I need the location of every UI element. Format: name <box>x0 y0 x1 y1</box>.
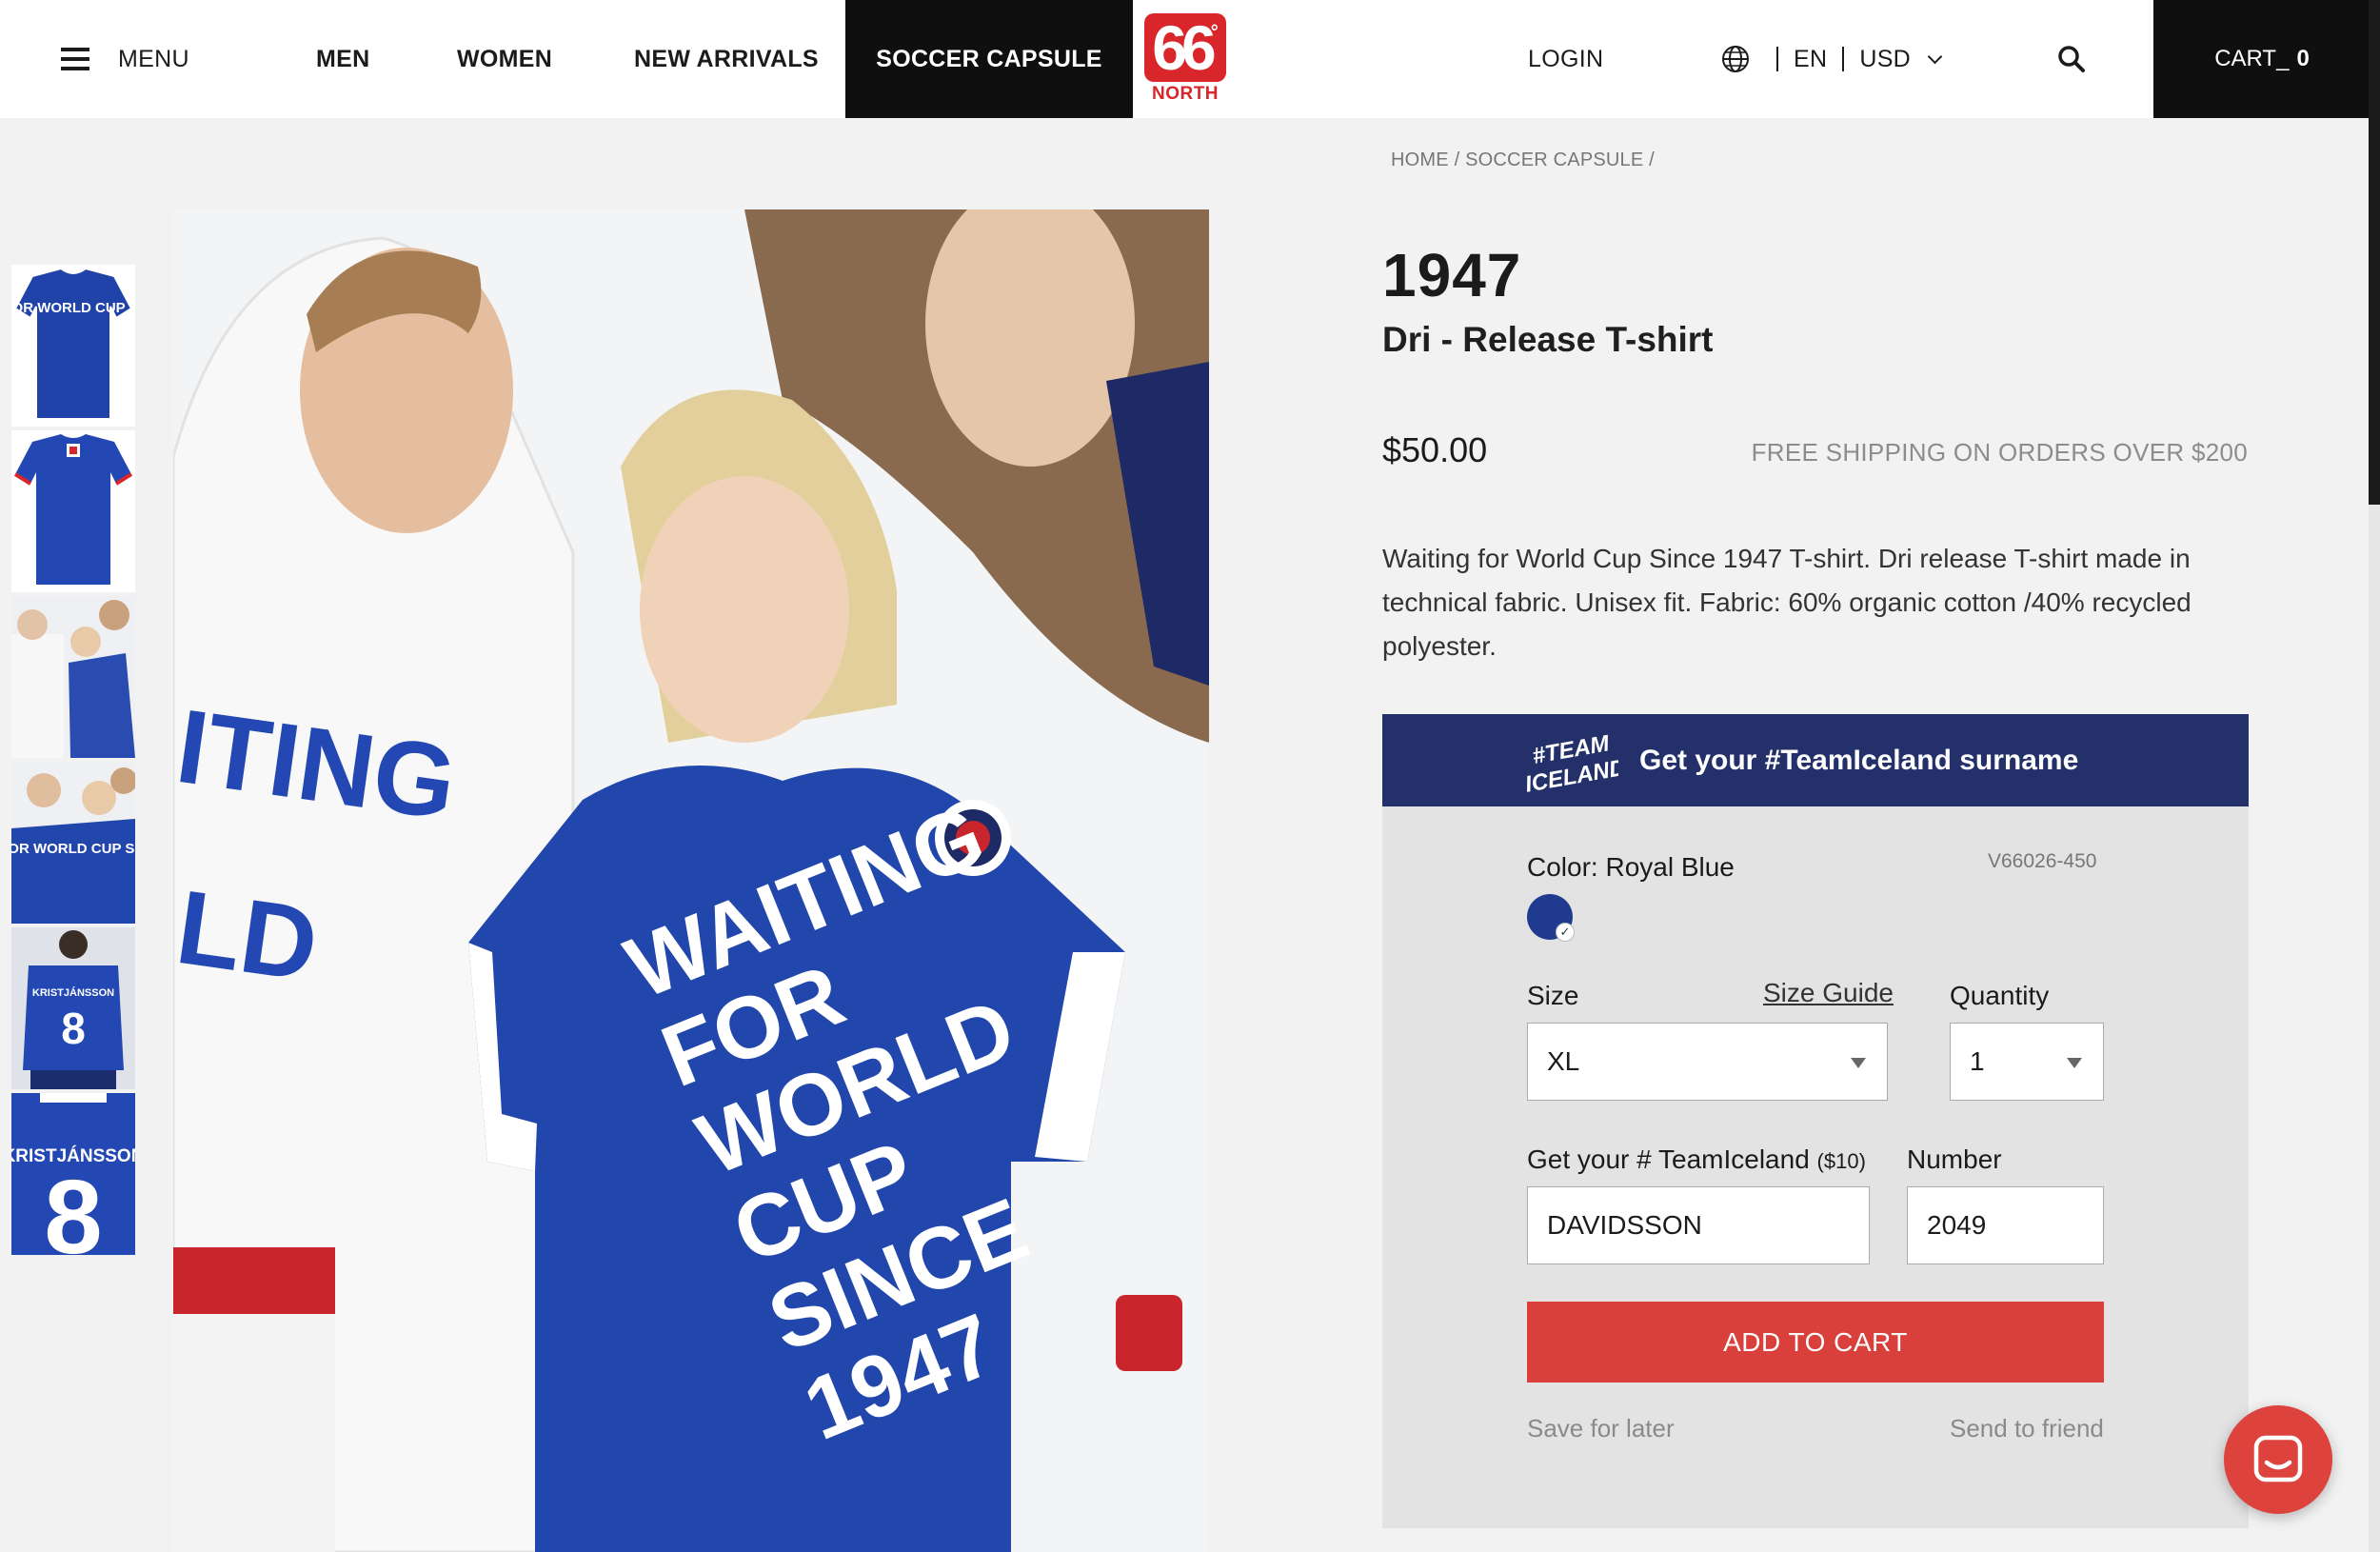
menu-label: MENU <box>118 45 189 72</box>
send-to-friend-link[interactable]: Send to friend <box>1950 1414 2104 1443</box>
quantity-select-value: 1 <box>1970 1046 1985 1076</box>
product-page: MENU MEN WOMEN NEW ARRIVALS SOCCER CAPSU… <box>0 0 2380 1552</box>
divider <box>1776 47 1778 71</box>
size-select[interactable]: XL <box>1527 1023 1888 1101</box>
thumbnail-front[interactable]: WAITING FOR WORLD CUP SINCE 1947 <box>11 265 135 427</box>
size-select-value: XL <box>1547 1046 1580 1076</box>
logo-subtext: NORTH <box>1151 84 1220 104</box>
cart-label: CART_ <box>2214 46 2290 71</box>
quantity-label: Quantity <box>1950 981 2050 1010</box>
divider <box>1842 47 1845 71</box>
product-sku: V66026-450 <box>1988 850 2097 872</box>
svg-text:KRISTJÁNSSON: KRISTJÁNSSON <box>32 986 114 999</box>
chevron-down-icon <box>1927 49 1943 64</box>
thumbnail-text: WAITING FOR WORLD CUP SINCE 1947 <box>11 300 135 316</box>
surname-price: ($10) <box>1816 1149 1866 1173</box>
add-to-cart-button[interactable]: ADD TO CART <box>1527 1302 2104 1383</box>
surname-label: Get your # TeamIceland ($10) <box>1527 1144 1866 1174</box>
number-input[interactable] <box>1907 1186 2104 1264</box>
quantity-select[interactable]: 1 <box>1950 1023 2104 1101</box>
product-subtitle: Dri - Release T-shirt <box>1382 320 1714 359</box>
nav-women[interactable]: WOMEN <box>457 0 552 118</box>
color-swatch-royal-blue[interactable]: ✓ <box>1527 894 1575 942</box>
shipping-note: FREE SHIPPING ON ORDERS OVER $200 <box>1751 438 2248 467</box>
search-icon <box>2058 46 2085 72</box>
size-label: Size <box>1527 981 1579 1010</box>
breadcrumb-separator: / <box>1454 149 1460 170</box>
login-link[interactable]: LOGIN <box>1528 0 1603 118</box>
thumbnail-models-1[interactable] <box>11 596 135 758</box>
thumbnail-back-model[interactable]: KRISTJÁNSSON 8 <box>11 927 135 1089</box>
nav-soccer-capsule[interactable]: SOCCER CAPSULE <box>845 0 1133 118</box>
currency-label: USD <box>1859 45 1912 72</box>
product-title: 1947 <box>1382 241 1522 309</box>
team-iceland-banner-label: Get your #TeamIceland surname <box>1639 744 2079 776</box>
chat-icon <box>2253 1435 2303 1482</box>
svg-text:LD: LD <box>173 868 325 1004</box>
thumbnail-list: WAITING FOR WORLD CUP SINCE 1947 <box>11 265 135 1259</box>
thumbnail-text: WAITING FOR WORLD CUP SINCE <box>11 841 135 857</box>
language-label: EN <box>1794 45 1828 72</box>
number-label: Number <box>1907 1144 2002 1174</box>
logo-mark: 66 ° <box>1144 13 1226 82</box>
product-description: Waiting for World Cup Since 1947 T-shirt… <box>1382 544 2192 661</box>
cart-button[interactable]: CART_ 0 <box>2153 0 2370 118</box>
breadcrumb-home[interactable]: HOME <box>1391 149 1449 170</box>
hamburger-icon <box>61 42 89 76</box>
team-iceland-banner[interactable]: #TEAM ICELAND Get your #TeamIceland surn… <box>1382 714 2249 806</box>
site-header: MENU MEN WOMEN NEW ARRIVALS SOCCER CAPSU… <box>0 0 2380 118</box>
size-guide-link[interactable]: Size Guide <box>1763 978 1894 1008</box>
cart-count: 0 <box>2296 46 2310 71</box>
breadcrumb-category[interactable]: SOCCER CAPSULE <box>1465 149 1643 170</box>
check-icon: ✓ <box>1556 923 1575 942</box>
product-price: $50.00 <box>1382 430 1488 469</box>
product-hero-image[interactable]: ITING LD WAITING FOR WORLD CUP SINCE 194… <box>173 209 1209 1552</box>
team-iceland-logo: #TEAM ICELAND <box>1527 730 1618 798</box>
nav-new-arrivals[interactable]: NEW ARRIVALS <box>634 0 819 118</box>
search-button[interactable] <box>2056 0 2087 118</box>
thumbnail-back[interactable] <box>11 430 135 592</box>
thumbnail-name-detail[interactable]: KRISTJÁNSSON 8 <box>11 1093 135 1255</box>
breadcrumb: HOME / SOCCER CAPSULE / <box>1391 149 1655 171</box>
chat-button[interactable] <box>2224 1405 2332 1514</box>
brand-logo[interactable]: 66 ° NORTH <box>1133 0 1232 118</box>
breadcrumb-separator: / <box>1649 149 1655 170</box>
svg-text:8: 8 <box>61 1004 86 1053</box>
color-label: Color: Royal Blue <box>1527 852 1735 882</box>
caret-down-icon <box>2067 1058 2082 1068</box>
globe-icon <box>1722 46 1749 72</box>
menu-button[interactable]: MENU <box>61 0 189 118</box>
caret-down-icon <box>1851 1058 1866 1068</box>
svg-text:8: 8 <box>44 1159 102 1255</box>
nav-men[interactable]: MEN <box>316 0 369 118</box>
surname-input[interactable] <box>1527 1186 1870 1264</box>
thumbnail-models-2[interactable]: WAITING FOR WORLD CUP SINCE <box>11 762 135 924</box>
locale-selector[interactable]: EN USD <box>1721 0 1943 118</box>
scrollbar-thumb[interactable] <box>2369 0 2380 505</box>
save-for-later-link[interactable]: Save for later <box>1527 1414 1675 1443</box>
